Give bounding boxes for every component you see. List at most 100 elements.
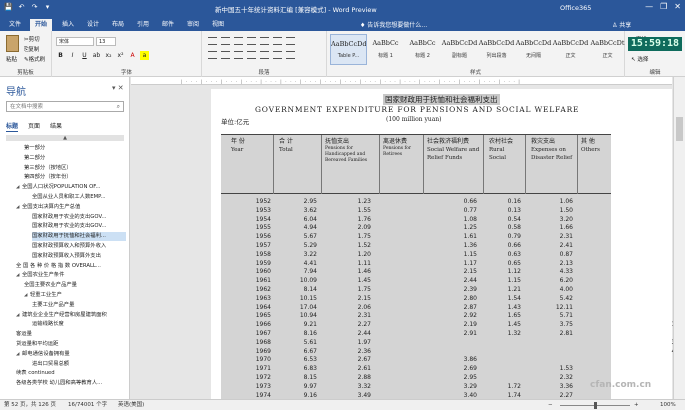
word-count[interactable]: 16/74001 个字: [68, 400, 107, 410]
cut-button[interactable]: ✂剪切: [24, 35, 40, 43]
nav-heading-item[interactable]: 第三部分（按地区）: [24, 164, 126, 173]
zoom-in-button[interactable]: +: [634, 400, 639, 410]
maximize-button[interactable]: ❐: [660, 2, 667, 11]
nav-heading-item[interactable]: 运输线路长度: [32, 320, 126, 329]
zoom-slider-knob[interactable]: [594, 402, 597, 409]
vertical-scrollbar[interactable]: [673, 77, 685, 399]
highlight-icon[interactable]: a: [140, 51, 149, 60]
align-right-icon[interactable]: [234, 51, 243, 59]
style-list-paragraph[interactable]: AaBbCcDd 列出段落: [478, 34, 515, 65]
tab-design[interactable]: 设计: [82, 19, 104, 31]
tab-layout[interactable]: 布局: [107, 19, 129, 31]
nav-heading-item[interactable]: 国家财政用于农业的支出GOV...: [32, 222, 126, 231]
nav-close-icon[interactable]: ▾ ✕: [112, 84, 124, 92]
line-spacing-icon[interactable]: [260, 51, 269, 59]
tab-mailings[interactable]: 邮件: [157, 19, 179, 31]
format-painter-button[interactable]: ✎格式刷: [24, 55, 45, 63]
page-count[interactable]: 第 52 页，共 126 页: [4, 400, 56, 410]
italic-icon[interactable]: I: [68, 51, 77, 60]
shading-icon[interactable]: [273, 51, 282, 59]
tab-view[interactable]: 视图: [207, 19, 229, 31]
font-size-select[interactable]: 13: [96, 37, 116, 46]
bullets-icon[interactable]: [208, 37, 217, 45]
style-normal-2[interactable]: AaBbCcDt 正文: [589, 34, 626, 65]
nav-heading-item[interactable]: 国家财政用于农业的支出GOV...: [32, 213, 126, 222]
customize-icon[interactable]: ▾: [43, 3, 52, 12]
close-button[interactable]: ✕: [674, 2, 681, 11]
nav-heading-item[interactable]: 国家财政预算收入和预算外收入: [32, 242, 126, 251]
bold-icon[interactable]: B: [56, 51, 65, 60]
nav-heading-item[interactable]: ◢ 轻重工业生产: [24, 291, 126, 300]
justify-icon[interactable]: [247, 51, 256, 59]
font-name-select[interactable]: 宋体: [56, 37, 94, 46]
nav-heading-item[interactable]: 全 国 各 种 价 格 指 数 OVERALL...: [16, 262, 126, 271]
style-normal[interactable]: AaBbCcDd 正文: [552, 34, 589, 65]
tab-review[interactable]: 审阅: [182, 19, 204, 31]
nav-tab-headings[interactable]: 标题: [6, 121, 19, 132]
numbering-icon[interactable]: [221, 37, 230, 45]
align-center-icon[interactable]: [221, 51, 230, 59]
nav-heading-item[interactable]: 第一部分: [24, 144, 126, 153]
tab-home[interactable]: 开始: [30, 19, 53, 31]
style-no-spacing[interactable]: AaBbCcDd 无间隔: [515, 34, 552, 65]
zoom-out-button[interactable]: −: [548, 400, 553, 410]
undo-icon[interactable]: ↶: [17, 3, 26, 12]
nav-heading-item[interactable]: 续表 continued: [16, 369, 126, 378]
strikethrough-icon[interactable]: ab: [92, 51, 101, 60]
nav-heading-item[interactable]: ◢ 全国支出决算内生产总值: [16, 203, 126, 212]
align-left-icon[interactable]: [208, 51, 217, 59]
borders-icon[interactable]: [286, 51, 295, 59]
select-button[interactable]: ↖ 选择: [631, 55, 648, 63]
nav-heading-item[interactable]: 进出口贸易总额: [32, 360, 126, 369]
style-heading-2[interactable]: AaBbCc 标题 2: [404, 34, 441, 65]
paste-icon[interactable]: [6, 35, 19, 52]
paste-button[interactable]: 粘贴: [6, 55, 17, 63]
show-marks-icon[interactable]: [286, 37, 295, 45]
subscript-icon[interactable]: x₂: [104, 51, 113, 60]
nav-heading-item[interactable]: 客运量: [16, 330, 126, 339]
nav-heading-item[interactable]: 各级各类学校 幼儿园和高等教育人...: [16, 379, 126, 388]
office-account-label[interactable]: Office365: [560, 4, 591, 12]
save-icon[interactable]: 💾: [4, 3, 13, 12]
tab-file[interactable]: 文件: [4, 19, 26, 31]
nav-heading-item[interactable]: 货运量和平均运距: [16, 340, 126, 349]
minimize-button[interactable]: —: [645, 2, 653, 11]
nav-heading-item[interactable]: 全国主要农业产品产量: [24, 281, 126, 290]
nav-heading-item[interactable]: ◢ 建筑业企业生产经营和房屋建筑面积: [16, 311, 126, 320]
redo-icon[interactable]: ↷: [30, 3, 39, 12]
language-indicator[interactable]: 英语(美国): [118, 400, 144, 410]
tab-insert[interactable]: 插入: [57, 19, 79, 31]
share-button[interactable]: ♙ 共享: [612, 20, 631, 29]
nav-heading-item[interactable]: 主要工业产品产量: [32, 301, 126, 310]
increase-indent-icon[interactable]: [260, 37, 269, 45]
nav-heading-item[interactable]: 第二部分: [24, 154, 126, 163]
decrease-indent-icon[interactable]: [247, 37, 256, 45]
nav-heading-item[interactable]: 第四部分（按年份）: [24, 173, 126, 182]
copy-button[interactable]: ⎘复制: [24, 45, 39, 54]
tab-references[interactable]: 引用: [132, 19, 154, 31]
style-subtitle[interactable]: AaBbCcDd 副标题: [441, 34, 478, 65]
multilevel-icon[interactable]: [234, 37, 243, 45]
nav-heading-item[interactable]: 全国从业人员和职工人数EMP...: [32, 193, 126, 202]
underline-icon[interactable]: U: [80, 51, 89, 60]
nav-tab-pages[interactable]: 页面: [28, 121, 40, 132]
style-heading-1[interactable]: AaBbCc 标题 1: [367, 34, 404, 65]
nav-search-input[interactable]: 在文档中搜索 ⌕: [6, 101, 124, 112]
document-page[interactable]: 国家财政用于抚恤和社会福利支出 GOVERNMENT EXPENDITURE F…: [211, 89, 681, 399]
sort-icon[interactable]: [273, 37, 282, 45]
header-year: 年 份 Year: [231, 138, 245, 153]
superscript-icon[interactable]: x²: [116, 51, 125, 60]
style-table-paragraph[interactable]: AaBbCcDd Table P...: [330, 34, 367, 65]
search-icon[interactable]: ⌕: [117, 102, 120, 112]
nav-scroll-up[interactable]: ▲: [6, 135, 124, 141]
tell-me-search[interactable]: ♦ 告诉我您想要做什么…: [360, 20, 427, 29]
scrollbar-thumb[interactable]: [676, 117, 683, 141]
font-color-icon[interactable]: A: [128, 51, 137, 60]
nav-heading-item[interactable]: ◢ 全国人口状况POPULATION OF...: [16, 183, 126, 192]
nav-heading-item[interactable]: ◢ 邮电通信设备拥有量: [16, 350, 126, 359]
nav-heading-item[interactable]: 国家财政用于抚恤和社会福利...: [32, 232, 126, 242]
nav-heading-item[interactable]: 国家财政预算收入预算外支出: [32, 252, 126, 261]
zoom-level[interactable]: 100%: [660, 400, 676, 410]
nav-heading-item[interactable]: ◢ 全国农业生产条件: [16, 271, 126, 280]
nav-tab-results[interactable]: 结果: [50, 121, 62, 132]
